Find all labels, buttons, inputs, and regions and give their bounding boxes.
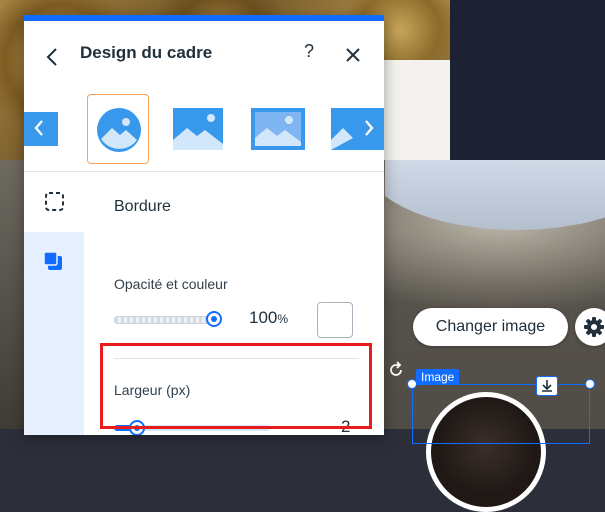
background-dark-section	[450, 0, 605, 165]
chevron-left-icon	[46, 48, 57, 66]
border-color-swatch[interactable]	[317, 302, 353, 338]
panel-title: Design du cadre	[80, 43, 213, 62]
rotate-button[interactable]	[386, 360, 406, 380]
shape-thumb-circle[interactable]	[87, 94, 149, 164]
opacity-color-label: Opacité et couleur	[114, 276, 228, 292]
panel-header: Design du cadre ?	[24, 21, 384, 87]
change-image-button[interactable]: Changer image	[413, 308, 568, 346]
opacity-value: 100%	[249, 308, 288, 328]
highlight-box	[100, 343, 372, 429]
framed-rectangle-image-shape-icon	[251, 108, 305, 150]
chevron-left-icon	[34, 120, 43, 136]
help-button[interactable]: ?	[304, 41, 314, 62]
selection-frame[interactable]	[412, 384, 590, 444]
carousel-scroll-left[interactable]	[32, 117, 46, 139]
sidebar-tab-border[interactable]	[24, 172, 84, 232]
rectangle-image-shape-icon	[173, 108, 223, 150]
resize-handle-top-right[interactable]	[585, 379, 595, 389]
opacity-slider-handle[interactable]	[206, 311, 222, 327]
border-dashed-square-icon	[45, 192, 64, 211]
gear-icon	[584, 317, 604, 337]
opacity-number: 100	[249, 308, 278, 327]
carousel-scroll-right[interactable]	[362, 117, 376, 139]
selection-tag: Image	[416, 369, 460, 385]
shape-thumb-rectangle-framed[interactable]	[247, 94, 309, 164]
close-button[interactable]	[343, 45, 363, 65]
opacity-slider-track[interactable]	[114, 316, 216, 324]
sidebar-filler	[24, 292, 84, 435]
background-left-edge	[0, 160, 26, 429]
panel-sidebar	[24, 172, 84, 435]
opacity-unit: %	[277, 312, 289, 326]
download-icon	[542, 380, 552, 392]
close-icon	[346, 48, 360, 62]
download-button[interactable]	[536, 376, 558, 396]
shadow-square-icon	[43, 251, 62, 270]
rotate-icon	[390, 361, 402, 376]
chevron-right-icon	[365, 120, 374, 136]
settings-button[interactable]	[575, 308, 605, 346]
frame-shapes-carousel	[24, 87, 384, 171]
circle-image-shape-icon	[97, 108, 141, 152]
shape-thumb-rectangle[interactable]	[167, 94, 229, 164]
back-button[interactable]	[44, 45, 62, 69]
section-title: Bordure	[114, 198, 171, 215]
background-strip	[380, 60, 452, 160]
sidebar-tab-shadow[interactable]	[24, 232, 84, 292]
